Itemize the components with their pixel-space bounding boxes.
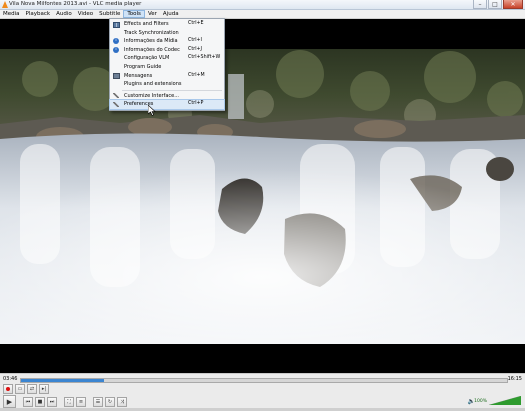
total-time: 16:15 (507, 376, 522, 382)
menu-item-label: Mensagens (124, 72, 153, 79)
menu-playback[interactable]: Playback (23, 10, 54, 18)
play-icon: ▶ (6, 397, 13, 406)
menu-media[interactable]: Media (0, 10, 23, 18)
tools-icon (113, 101, 119, 107)
frame-step-icon: ▸| (41, 386, 47, 392)
volume-percent: 100% (474, 399, 487, 404)
previous-icon: ⏮ (25, 398, 31, 405)
mouse-pointer-icon (148, 105, 156, 116)
loop-ab-icon: ⇄ (29, 386, 35, 392)
previous-button[interactable]: ⏮ (23, 396, 33, 407)
window-title: Vila Nova Milfontes 2013.avi - VLC media… (9, 1, 142, 7)
menu-video[interactable]: Video (75, 10, 96, 18)
info-icon: i (113, 38, 119, 45)
menu-subtitle[interactable]: Subtitle (96, 10, 123, 18)
shuffle-icon: ⤨ (119, 398, 124, 405)
info-icon: i (113, 46, 119, 53)
menu-item-effects-and-filters[interactable]: Effects and Filters Ctrl+E (110, 20, 224, 29)
tools-dropdown-menu: Effects and Filters Ctrl+E Track Synchro… (109, 18, 225, 111)
menu-item-label: Plugins and extensions (124, 81, 182, 88)
window-controls: – □ ✕ (473, 0, 523, 9)
volume-slider[interactable] (489, 396, 521, 405)
equalizer-icon (113, 21, 120, 28)
menu-item-codec-information[interactable]: i Informações do Codec Ctrl+J (110, 46, 224, 55)
menu-item-preferences[interactable]: Preferences Ctrl+P (109, 99, 225, 110)
record-icon (6, 387, 10, 391)
menu-item-media-information[interactable]: i Informações da Mídia Ctrl+I (110, 37, 224, 46)
menu-item-label: Customize Interface... (124, 92, 179, 99)
vlc-cone-icon (2, 1, 8, 8)
frame-step-button[interactable]: ▸| (39, 384, 49, 394)
playback-controls: 03:46 16:15 ▭ ⇄ ▸| ▶ ⏮ ■ ⏭ ⛶ ≡ ☰ ↻ ⤨ 🔈 1… (0, 373, 525, 411)
fullscreen-button[interactable]: ⛶ (64, 396, 74, 407)
menu-item-shortcut: Ctrl+E (188, 21, 204, 26)
advanced-controls: ▭ ⇄ ▸| (3, 384, 49, 394)
extended-settings-button[interactable]: ≡ (76, 396, 86, 407)
play-button[interactable]: ▶ (3, 395, 16, 408)
minimize-button[interactable]: – (473, 0, 487, 9)
menu-view[interactable]: Ver (145, 10, 160, 18)
record-button[interactable] (3, 384, 13, 394)
maximize-button[interactable]: □ (488, 0, 502, 9)
seek-bar-progress (21, 379, 104, 382)
menu-item-shortcut: Ctrl+M (188, 72, 205, 78)
seek-bar[interactable] (20, 378, 508, 383)
menu-item-label: Informações do Codec (124, 46, 180, 53)
menu-item-program-guide[interactable]: Program Guide (110, 63, 224, 72)
video-frame (0, 19, 525, 373)
playlist-icon: ☰ (95, 398, 101, 405)
menu-item-label: Configuração VLM (124, 55, 170, 62)
next-icon: ⏭ (49, 398, 55, 405)
menu-item-label: Informações da Mídia (124, 38, 178, 45)
menu-item-shortcut: Ctrl+J (188, 46, 202, 52)
menu-separator (122, 89, 222, 91)
menu-item-shortcut: Ctrl+I (188, 38, 202, 44)
menu-bar: Media Playback Audio Video Subtitle Tool… (0, 10, 525, 19)
menu-item-vlm-configuration[interactable]: Configuração VLM Ctrl+Shift+W (110, 54, 224, 63)
menu-item-shortcut: Ctrl+P (188, 101, 204, 107)
video-area[interactable] (0, 19, 525, 373)
camera-icon: ▭ (17, 386, 23, 392)
menu-item-plugins-and-extensions[interactable]: Plugins and extensions (110, 80, 224, 89)
menu-tools[interactable]: Tools (123, 10, 145, 18)
elapsed-time: 03:46 (3, 376, 18, 382)
menu-item-messages[interactable]: Mensagens Ctrl+M (110, 72, 224, 81)
messages-icon (113, 73, 120, 80)
title-bar: Vila Nova Milfontes 2013.avi - VLC media… (0, 0, 525, 10)
main-controls: ▶ ⏮ ■ ⏭ ⛶ ≡ ☰ ↻ ⤨ (3, 395, 127, 408)
menu-item-shortcut: Ctrl+Shift+W (188, 55, 221, 61)
playlist-button[interactable]: ☰ (93, 396, 103, 407)
loop-button[interactable]: ↻ (105, 396, 115, 407)
stop-button[interactable]: ■ (35, 396, 45, 407)
menu-item-label: Effects and Filters (124, 21, 169, 27)
fullscreen-icon: ⛶ (67, 398, 71, 405)
loop-ab-button[interactable]: ⇄ (27, 384, 37, 394)
loop-icon: ↻ (107, 398, 113, 405)
menu-item-track-synchronization[interactable]: Track Synchronization (110, 29, 224, 38)
tools-icon (113, 93, 119, 99)
shuffle-button[interactable]: ⤨ (117, 396, 127, 407)
stop-icon: ■ (37, 398, 43, 405)
close-button[interactable]: ✕ (503, 0, 523, 9)
snapshot-button[interactable]: ▭ (15, 384, 25, 394)
next-button[interactable]: ⏭ (47, 396, 57, 407)
menu-audio[interactable]: Audio (53, 10, 75, 18)
sliders-icon: ≡ (78, 398, 84, 405)
menu-item-label: Program Guide (124, 63, 162, 70)
menu-help[interactable]: Ajuda (160, 10, 182, 18)
menu-item-label: Track Synchronization (124, 29, 179, 36)
menu-item-customize-interface[interactable]: Customize Interface... (110, 92, 224, 101)
